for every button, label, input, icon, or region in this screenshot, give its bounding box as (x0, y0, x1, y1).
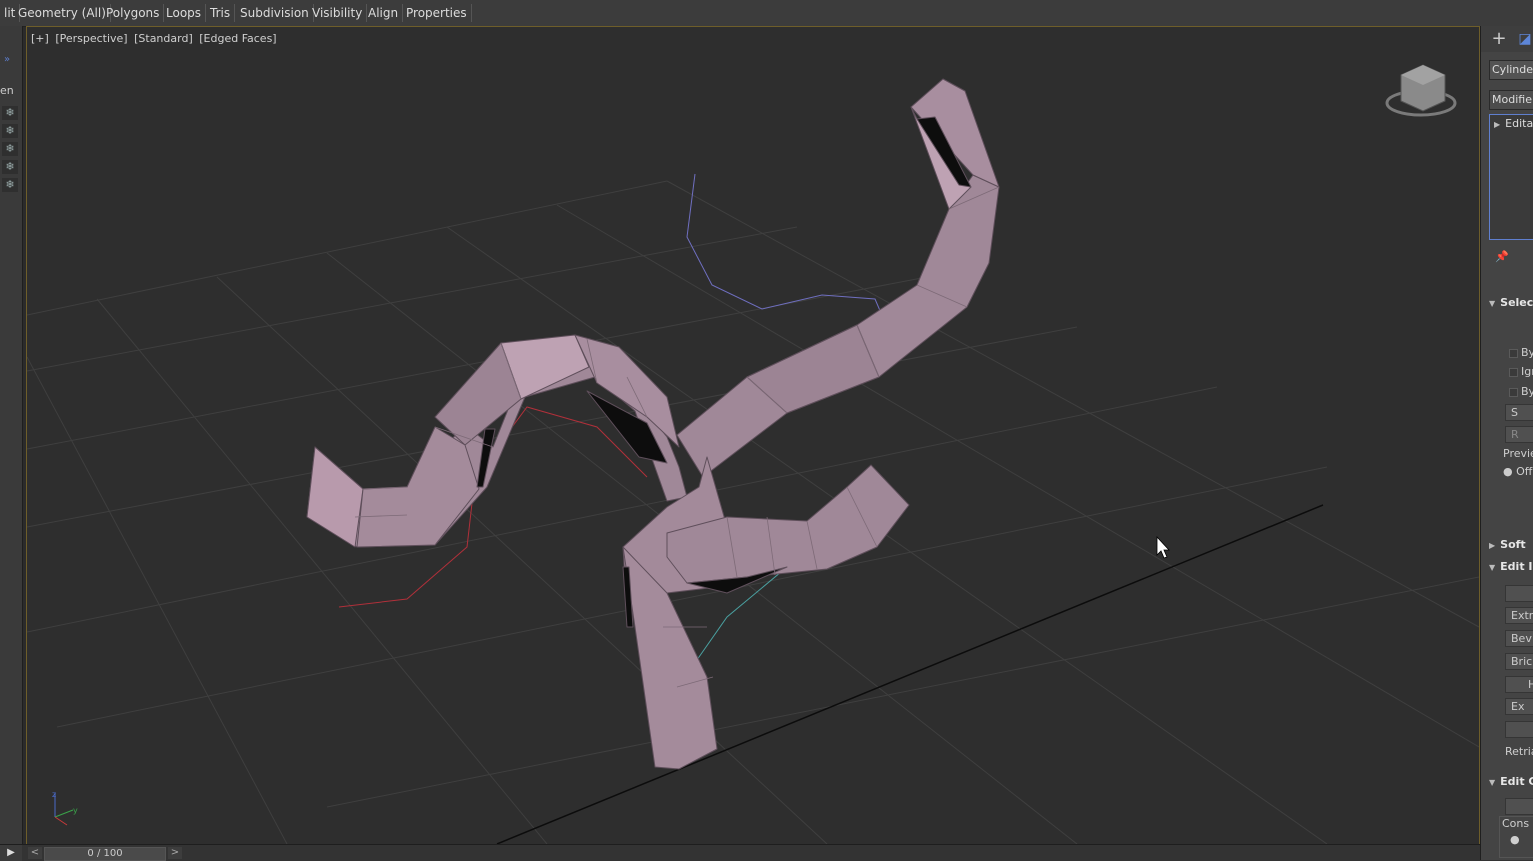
create-tab-plus-icon[interactable]: + (1489, 29, 1509, 49)
repeat-last-button[interactable] (1505, 798, 1533, 815)
ring-button[interactable]: R (1505, 426, 1533, 443)
home-grid (27, 180, 1479, 844)
menu-loops[interactable]: Loops (162, 4, 207, 22)
pin-stack-icon[interactable]: 📌 (1495, 250, 1509, 263)
menu-polygons[interactable]: Polygons (102, 4, 165, 22)
menu-tris[interactable]: Tris (206, 4, 236, 22)
checkbox[interactable] (1509, 388, 1518, 397)
command-panel-tabs: + ◪ (1481, 26, 1533, 52)
stack-item-editable-poly[interactable]: ▶ Edita (1490, 117, 1533, 131)
rollout-soft-selection[interactable]: ▶ Soft (1489, 538, 1533, 556)
rollout-arrow-icon: ▼ (1489, 299, 1496, 308)
mouse-cursor-icon (1156, 535, 1170, 559)
insert-vertex-button[interactable] (1505, 585, 1533, 602)
command-panel: + ◪ Cylinder0 Modifier L ▶ Edita 📌 ▼ Selec… (1480, 26, 1533, 860)
stack-item-label: Edita (1505, 117, 1533, 130)
play-icon[interactable]: ▶ (0, 845, 22, 861)
rollout-selection[interactable]: ▼ Selec (1489, 296, 1533, 314)
axis-line (496, 504, 1324, 844)
expand-arrow-icon[interactable]: » (4, 54, 10, 65)
time-slider: ▶ < 0 / 100 > (0, 844, 1533, 861)
option-ignore-backfacing: Igr (1521, 365, 1533, 378)
rollout-edit-polygons[interactable]: ▼ Edit I (1489, 560, 1533, 578)
freeze-icon[interactable]: ❄ (2, 160, 18, 174)
constraints-label: Cons (1502, 817, 1530, 830)
shrink-button[interactable]: S (1505, 404, 1533, 421)
rollout-selection-label: Selec (1500, 296, 1533, 309)
radio-icon[interactable]: ● (1510, 833, 1520, 846)
rollout-arrow-icon: ▶ (1489, 541, 1496, 550)
option-by-angle: By (1521, 385, 1533, 398)
svg-text:z: z (52, 790, 56, 799)
prev-frame-button[interactable]: < (28, 847, 42, 859)
modifier-stack[interactable]: ▶ Edita (1489, 114, 1533, 240)
rollout-soft-label: Soft (1500, 538, 1526, 551)
cylinder-mesh[interactable] (306, 78, 1000, 770)
extrude-button[interactable]: Extr (1505, 607, 1533, 624)
frame-slider[interactable]: 0 / 100 (44, 847, 166, 861)
viewport-display-mode[interactable]: [Edged Faces] (199, 32, 276, 45)
scene-explorer-strip: » en ❄ ❄ ❄ ❄ ❄ (0, 26, 23, 844)
freeze-icon[interactable]: ❄ (2, 106, 18, 120)
rollout-edit-geometry-label: Edit G (1500, 775, 1533, 788)
axis-gizmo: z y (52, 790, 78, 826)
freeze-icon[interactable]: ❄ (2, 124, 18, 138)
viewport-shading-standard[interactable]: [Standard] (134, 32, 193, 45)
bevel-button[interactable]: Bev (1505, 630, 1533, 647)
extrude-along-spline-button[interactable]: Ex (1505, 698, 1533, 715)
menu-properties[interactable]: Properties (402, 4, 472, 22)
edit-triangulation-button[interactable] (1505, 721, 1533, 738)
next-frame-button[interactable]: > (168, 847, 182, 859)
menu-visibility[interactable]: Visibility (308, 4, 368, 22)
object-name-field[interactable]: Cylinder0 (1489, 60, 1533, 80)
perspective-viewport[interactable]: z y [+] [Perspective] [Standard] [Edged … (26, 26, 1480, 845)
retriangulate-button[interactable]: Retria (1505, 745, 1533, 758)
expand-triangle-icon[interactable]: ▶ (1494, 120, 1500, 129)
freeze-icon[interactable]: ❄ (2, 142, 18, 156)
preview-off-label: Off (1516, 465, 1533, 478)
preview-selection-label: Previe (1503, 447, 1533, 460)
viewport-label[interactable]: [+] [Perspective] [Standard] [Edged Face… (31, 32, 280, 45)
radio-icon: ● (1503, 465, 1517, 478)
rollout-arrow-icon: ▼ (1489, 563, 1496, 572)
checkbox[interactable] (1509, 349, 1518, 358)
menu-align[interactable]: Align (364, 4, 404, 22)
modify-tab-icon[interactable]: ◪ (1515, 29, 1533, 49)
rollout-arrow-icon: ▼ (1489, 778, 1496, 787)
explorer-label: en (0, 84, 14, 97)
bridge-button[interactable]: Bric (1505, 653, 1533, 670)
freeze-icon[interactable]: ❄ (2, 178, 18, 192)
option-by-vertex: By (1521, 346, 1533, 359)
checkbox[interactable] (1509, 368, 1518, 377)
rollout-edit-polygons-label: Edit I (1500, 560, 1533, 573)
svg-text:y: y (73, 806, 78, 815)
constraints-group: Cons ● (1499, 816, 1533, 858)
viewcube[interactable] (1385, 64, 1457, 117)
rollout-edit-geometry[interactable]: ▼ Edit G (1489, 775, 1533, 793)
viewport-menu-plus[interactable]: [+] (31, 32, 49, 45)
viewport-point-of-view[interactable]: [Perspective] (55, 32, 127, 45)
menu-subdivision[interactable]: Subdivision (236, 4, 314, 22)
viewport-scene[interactable]: z y (27, 27, 1479, 844)
hinge-button[interactable]: H (1505, 676, 1533, 693)
menu-geometry-all[interactable]: Geometry (All) (14, 4, 111, 22)
modifier-list-dropdown[interactable]: Modifier L (1489, 90, 1533, 110)
preview-off-radio[interactable]: ● Off (1503, 465, 1532, 478)
ribbon-menubar: lit Geometry (All) Polygons Loops Tris S… (0, 0, 1533, 27)
